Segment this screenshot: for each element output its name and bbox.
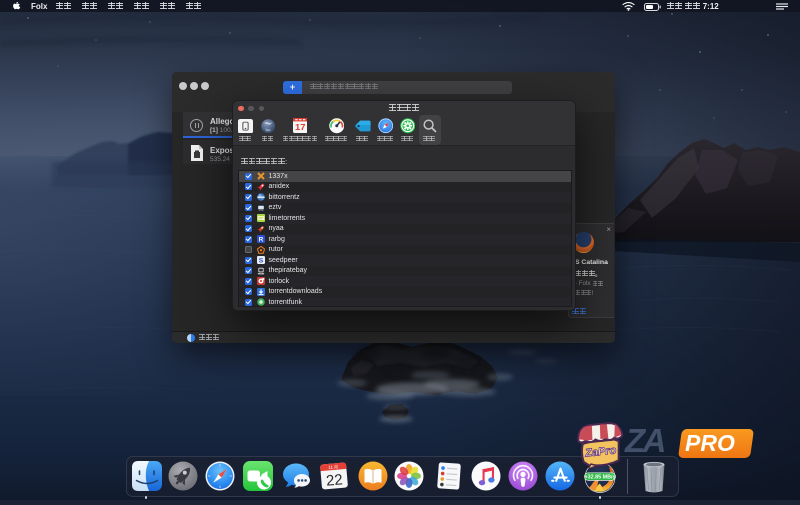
svg-text:R: R xyxy=(258,237,263,244)
svg-text:17: 17 xyxy=(294,122,305,131)
svg-text:S: S xyxy=(258,258,263,264)
svg-text:+32.85 MB/s: +32.85 MB/s xyxy=(584,474,615,480)
svg-text:22: 22 xyxy=(325,471,343,489)
